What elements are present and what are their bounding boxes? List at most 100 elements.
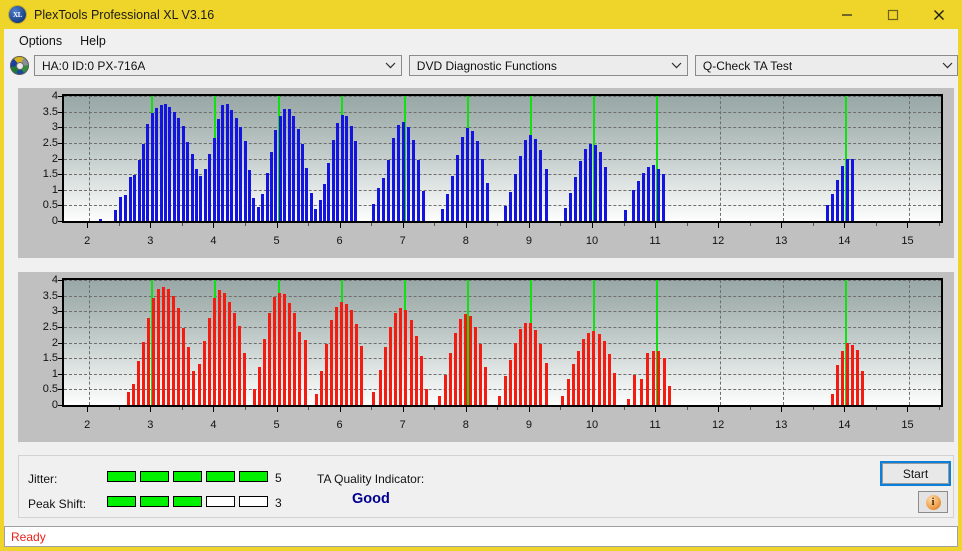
chart-bar [836,365,840,405]
x-axis-tick-label: 3 [147,419,154,431]
x-axis-tick [465,223,467,228]
x-axis-minor-tick [244,407,246,410]
y-axis-tick [58,295,62,297]
chart-bar [327,163,331,221]
x-axis-minor-tick [434,223,436,226]
chart-bar [497,396,501,405]
chart-bar [270,151,274,221]
chart-bar [448,353,452,405]
chart-bar [534,330,538,405]
y-axis-tick-label: 0.5 [42,199,58,212]
chart-bar [141,341,145,405]
chart-bar [567,379,571,405]
chart-bar [150,113,154,221]
chart-bar [577,351,581,405]
x-axis-tick-label: 6 [336,419,343,431]
chart-bar [164,104,168,221]
x-axis-minor-tick [686,223,688,226]
jitter-chart-y-axis: 4 3.5 3 2.5 2 1.5 1 0.5 0 [18,90,58,227]
chart-bar [841,351,845,405]
chart-bar [114,210,118,221]
chart-bar [186,142,190,221]
chart-bar [381,177,385,221]
chart-bar [504,376,508,405]
chart-bar [544,362,548,405]
x-axis-tick-label: 11 [649,419,661,431]
x-axis-tick [528,407,530,412]
chart-bar [524,140,528,221]
x-axis-minor-tick [181,223,183,226]
x-axis-tick [718,407,720,412]
meter-segment [173,471,202,482]
grid-line [64,405,941,406]
chart-bar [473,326,477,405]
x-axis-tick-label: 8 [462,419,469,431]
chart-bar [155,107,159,221]
info-button[interactable]: i [918,491,948,513]
x-axis-tick-label: 15 [901,235,914,247]
chart-bar [167,289,171,405]
x-axis-minor-tick [939,407,940,410]
chart-bar [584,149,588,221]
chart-bar [391,138,395,221]
chart-bar [203,169,207,221]
test-select[interactable]: Q-Check TA Test [694,55,958,76]
chart-bar [288,302,292,405]
chart-bar [534,139,538,221]
minimize-icon[interactable] [824,0,870,29]
y-axis-tick [58,96,62,97]
chart-bar [458,319,462,405]
optical-disc-icon [10,56,29,75]
chart-bar [602,340,606,405]
chart-bar [830,193,834,221]
x-axis-tick [844,407,846,412]
meter-segment [140,471,169,482]
start-button[interactable]: Start [880,461,951,486]
grid-line [64,280,941,281]
menu-item-options[interactable]: Options [10,32,71,50]
chart-bar [212,137,216,221]
close-icon[interactable] [916,0,962,29]
chart-bar [468,315,472,405]
x-axis-minor-tick [308,223,310,226]
chart-bar [657,351,661,405]
grid-line [64,142,941,144]
drive-select[interactable]: HA:0 ID:0 PX-716A [34,55,402,76]
chart-bar [152,298,156,405]
menu-item-help[interactable]: Help [71,32,115,50]
test-select-value: Q-Check TA Test [702,58,793,73]
x-axis-minor-tick [749,223,751,226]
maximize-icon[interactable] [870,0,916,29]
chart-bar [412,139,416,221]
chart-bar [424,388,428,405]
jitter-chart-plot [62,94,943,223]
x-axis-tick-label: 5 [273,419,280,431]
status-text: Ready [11,529,46,544]
chart-bar [227,301,231,405]
y-axis-tick [58,326,62,328]
function-select[interactable]: DVD Diagnostic Functions [408,55,688,76]
chart-bar [514,342,518,405]
chart-bar [476,141,480,221]
chart-bar [324,344,328,405]
grid-line [64,96,941,97]
chart-bar [217,119,221,221]
function-select-value: DVD Diagnostic Functions [416,58,557,73]
jitter-chart-x-axis: 2 3 4 5 6 7 8 9 10 11 12 13 14 15 [62,223,943,258]
jitter-chart-panel: 4 3.5 3 2.5 2 1.5 1 0.5 0 2 3 4 5 6 7 8 9 10 11 12 13 14 15 [18,88,954,258]
meter-segment [173,496,202,507]
x-axis-tick [655,407,657,412]
chart-bar [592,330,596,405]
chart-bar [208,154,212,221]
chart-bar [202,340,206,405]
chart-bar [539,149,543,221]
chart-bar [182,327,186,405]
chart-bar [172,296,176,405]
chart-bar [137,160,141,221]
chart-bar [141,144,145,221]
grid-line [89,96,91,221]
results-panel: Jitter: 5 Peak Shift: 3 TA Quality Indic… [18,455,954,518]
chart-bar [594,145,598,221]
chart-bar [330,320,334,405]
x-axis-tick-label: 5 [273,235,280,247]
